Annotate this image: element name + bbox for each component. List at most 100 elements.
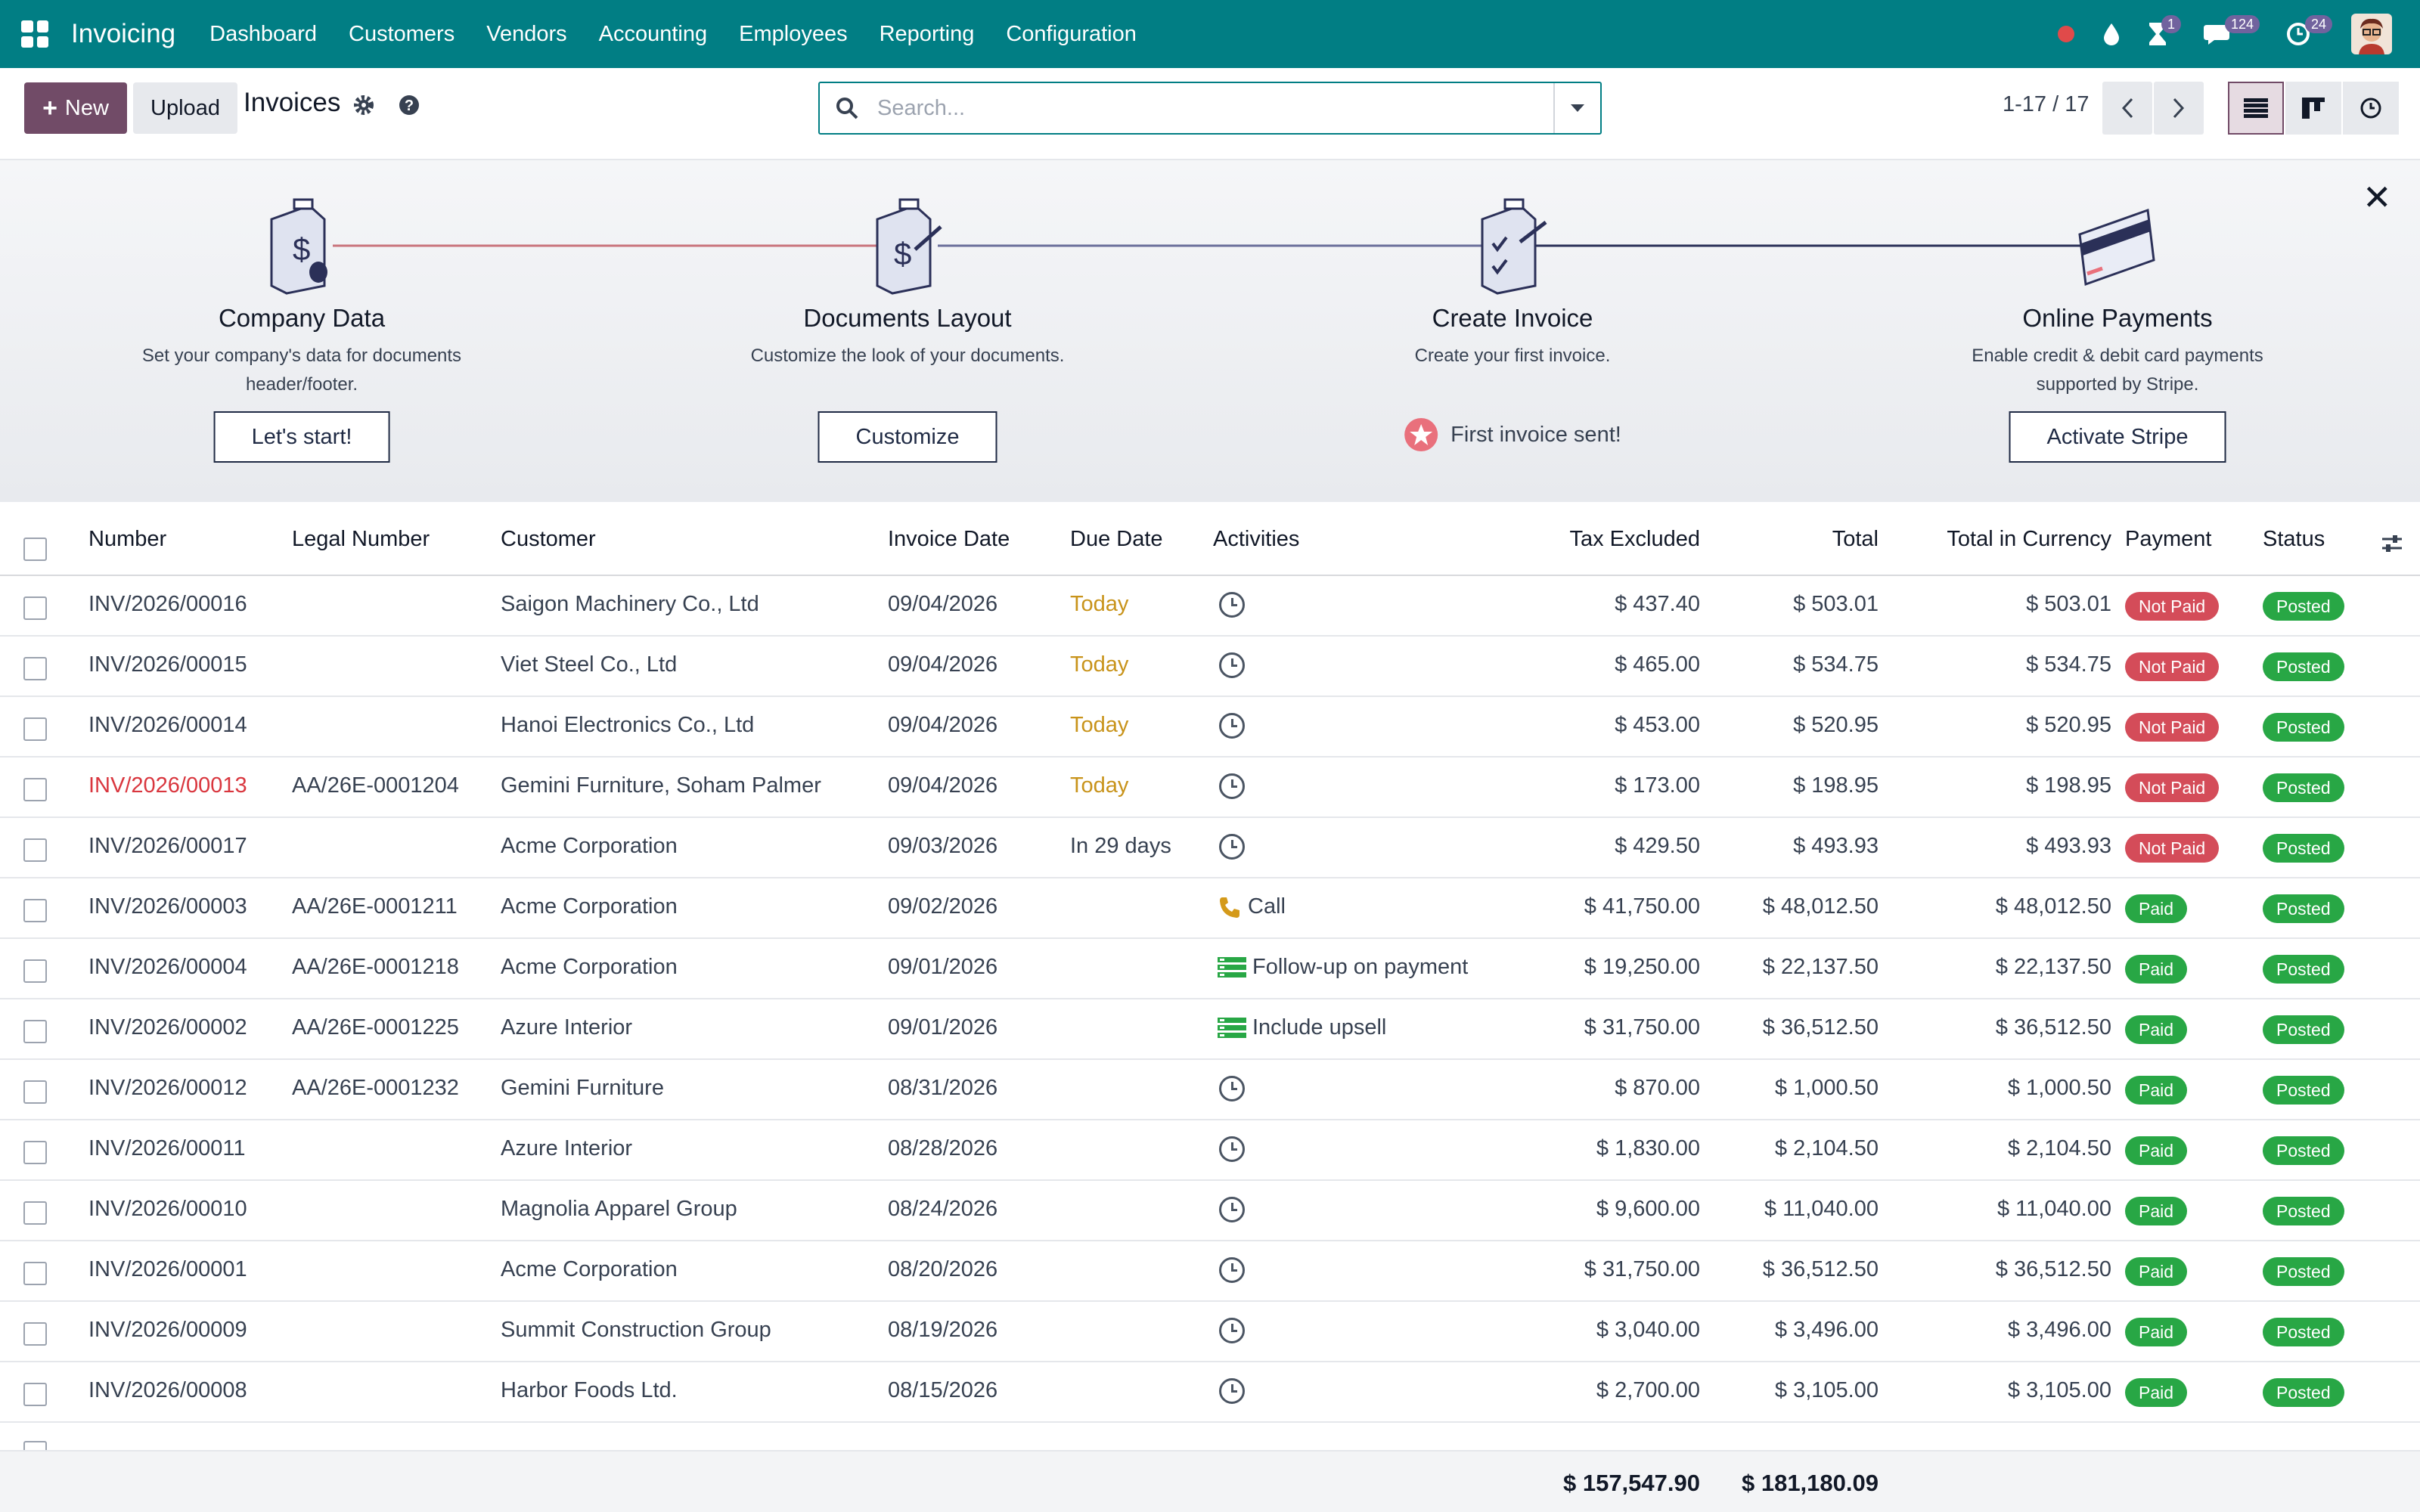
menu-accounting[interactable]: Accounting bbox=[599, 22, 708, 47]
row-checkbox[interactable] bbox=[23, 657, 47, 680]
total-in-currency: $ 198.95 bbox=[2026, 773, 2111, 798]
col-payment[interactable]: Payment bbox=[2125, 527, 2211, 552]
activity-clock-icon[interactable] bbox=[1219, 1136, 1245, 1162]
table-row[interactable]: INV/2026/00014 Hanoi Electronics Co., Ltd… bbox=[0, 697, 2420, 758]
table-row[interactable]: INV/2026/00001 Acme Corporation 08/20/2026… bbox=[0, 1241, 2420, 1302]
table-row[interactable]: INV/2026/00004 AA/26E-0001218 Acme Corpora… bbox=[0, 939, 2420, 999]
app-grid-icon[interactable] bbox=[21, 20, 48, 48]
activity-clock-icon[interactable] bbox=[1219, 1257, 1245, 1283]
col-due-date[interactable]: Due Date bbox=[1070, 527, 1163, 552]
activity-todo[interactable]: Include upsell bbox=[1218, 1015, 1386, 1040]
table-row[interactable]: INV/2026/00003 AA/26E-0001211 Acme Corpora… bbox=[0, 878, 2420, 939]
status-badge: Posted bbox=[2263, 1378, 2344, 1407]
table-row[interactable]: INV/2026/00011 Azure Interior 08/28/2026 $ … bbox=[0, 1120, 2420, 1181]
total: $ 11,040.00 bbox=[1764, 1197, 1879, 1221]
menu-vendors[interactable]: Vendors bbox=[486, 22, 566, 47]
activity-clock-icon[interactable] bbox=[1219, 1197, 1245, 1222]
col-number[interactable]: Number bbox=[88, 527, 166, 552]
search-input[interactable]: Search... bbox=[877, 96, 965, 121]
activity-clock-icon[interactable] bbox=[1219, 834, 1245, 860]
select-all-checkbox[interactable] bbox=[23, 538, 47, 561]
row-checkbox[interactable] bbox=[23, 1322, 47, 1346]
tax-excluded: $ 31,750.00 bbox=[1584, 1015, 1700, 1040]
col-tax-excluded[interactable]: Tax Excluded bbox=[1475, 527, 1701, 552]
pager-previous-button[interactable] bbox=[2102, 82, 2152, 135]
gear-icon[interactable] bbox=[352, 94, 375, 122]
activate-stripe-button[interactable]: Activate Stripe bbox=[2009, 411, 2226, 463]
record-indicator-icon[interactable] bbox=[2051, 0, 2081, 68]
menu-dashboard[interactable]: Dashboard bbox=[209, 22, 317, 47]
activity-todo[interactable]: Follow-up on payment bbox=[1218, 955, 1468, 980]
row-checkbox[interactable] bbox=[23, 899, 47, 922]
upload-button[interactable]: Upload bbox=[133, 82, 237, 134]
col-status[interactable]: Status bbox=[2263, 527, 2325, 552]
activity-clock-icon[interactable] bbox=[1219, 713, 1245, 739]
list-view-button[interactable] bbox=[2228, 82, 2284, 135]
activity-call[interactable]: Call bbox=[1218, 894, 1286, 919]
row-checkbox[interactable] bbox=[23, 778, 47, 801]
activity-clock-icon[interactable] bbox=[1219, 592, 1245, 618]
row-checkbox[interactable] bbox=[23, 1020, 47, 1043]
new-button[interactable]: + New bbox=[24, 82, 127, 134]
step-description: Create your first invoice. bbox=[1414, 345, 1611, 366]
col-invoice-date[interactable]: Invoice Date bbox=[888, 527, 1010, 552]
activity-clock-icon[interactable] bbox=[1219, 1076, 1245, 1101]
legal-number: AA/26E-0001211 bbox=[292, 894, 458, 919]
activity-clock-icon[interactable] bbox=[1219, 1318, 1245, 1343]
invoice-checklist-icon bbox=[1481, 198, 1547, 295]
row-checkbox[interactable] bbox=[23, 1141, 47, 1164]
row-checkbox[interactable] bbox=[23, 959, 47, 983]
activity-clock-icon[interactable] bbox=[1219, 652, 1245, 678]
drop-icon[interactable] bbox=[2096, 0, 2127, 68]
table-row[interactable]: INV/2026/00017 Acme Corporation 09/03/2026… bbox=[0, 818, 2420, 878]
help-icon[interactable]: ? bbox=[398, 94, 420, 122]
user-avatar[interactable] bbox=[2349, 0, 2394, 68]
customize-button[interactable]: Customize bbox=[818, 411, 997, 463]
search-options-dropdown[interactable] bbox=[1553, 83, 1600, 133]
pager-next-button[interactable] bbox=[2154, 82, 2204, 135]
row-checkbox[interactable] bbox=[23, 717, 47, 741]
table-header: Number Legal Number Customer Invoice Dat… bbox=[0, 502, 2420, 576]
col-legal-number[interactable]: Legal Number bbox=[292, 527, 430, 552]
updates-icon[interactable]: 24 bbox=[2279, 0, 2333, 68]
app-name[interactable]: Invoicing bbox=[71, 19, 175, 49]
table-row[interactable]: INV/2026/00002 AA/26E-0001225 Azure Interi… bbox=[0, 999, 2420, 1060]
optional-columns-icon[interactable] bbox=[2381, 532, 2403, 561]
invoice-number: INV/2026/00014 bbox=[88, 713, 247, 737]
row-checkbox[interactable] bbox=[23, 1080, 47, 1104]
table-row[interactable]: INV/2026/00008 Harbor Foods Ltd. 08/15/202… bbox=[0, 1362, 2420, 1423]
row-checkbox[interactable] bbox=[23, 596, 47, 620]
row-checkbox[interactable] bbox=[23, 1201, 47, 1225]
col-customer[interactable]: Customer bbox=[501, 527, 596, 552]
table-row[interactable]: INV/2026/00012 AA/26E-0001232 Gemini Furni… bbox=[0, 1060, 2420, 1120]
table-row[interactable]: INV/2026/00015 Viet Steel Co., Ltd 09/04/2… bbox=[0, 637, 2420, 697]
menu-configuration[interactable]: Configuration bbox=[1006, 22, 1137, 47]
first-invoice-sent-text: First invoice sent! bbox=[1450, 422, 1621, 447]
close-onboarding-icon[interactable]: ✕ bbox=[2363, 177, 2392, 218]
status-badge: Posted bbox=[2263, 773, 2344, 802]
menu-employees[interactable]: Employees bbox=[739, 22, 847, 47]
total-in-currency: $ 520.95 bbox=[2026, 713, 2111, 737]
activity-clock-icon[interactable] bbox=[1219, 1378, 1245, 1404]
table-row[interactable]: INV/2026/00016 Saigon Machinery Co., Ltd 0… bbox=[0, 576, 2420, 637]
document-dollar-icon: $ bbox=[270, 198, 327, 295]
activity-clock-icon[interactable] bbox=[1219, 773, 1245, 799]
messages-icon[interactable]: 124 bbox=[2199, 0, 2260, 68]
row-checkbox[interactable] bbox=[23, 1262, 47, 1285]
menu-reporting[interactable]: Reporting bbox=[880, 22, 975, 47]
row-checkbox[interactable] bbox=[23, 1383, 47, 1406]
table-row[interactable]: INV/2026/00013 AA/26E-0001204 Gemini Furni… bbox=[0, 758, 2420, 818]
activity-label: Call bbox=[1248, 894, 1286, 919]
col-total-in-currency[interactable]: Total in Currency bbox=[1891, 527, 2111, 552]
table-row[interactable]: INV/2026/00009 Summit Construction Group 0… bbox=[0, 1302, 2420, 1362]
activities-icon[interactable]: 1 bbox=[2139, 0, 2182, 68]
row-checkbox[interactable] bbox=[23, 838, 47, 862]
menu-customers[interactable]: Customers bbox=[349, 22, 455, 47]
lets-start-button[interactable]: Let's start! bbox=[213, 411, 390, 463]
col-total[interactable]: Total bbox=[1709, 527, 1879, 552]
table-row[interactable]: INV/2026/00010 Magnolia Apparel Group 08/2… bbox=[0, 1181, 2420, 1241]
col-activities[interactable]: Activities bbox=[1213, 527, 1299, 552]
activity-view-button[interactable] bbox=[2343, 82, 2399, 135]
pager-value[interactable]: 1-17 / 17 bbox=[2003, 92, 2089, 117]
kanban-view-button[interactable] bbox=[2285, 82, 2341, 135]
